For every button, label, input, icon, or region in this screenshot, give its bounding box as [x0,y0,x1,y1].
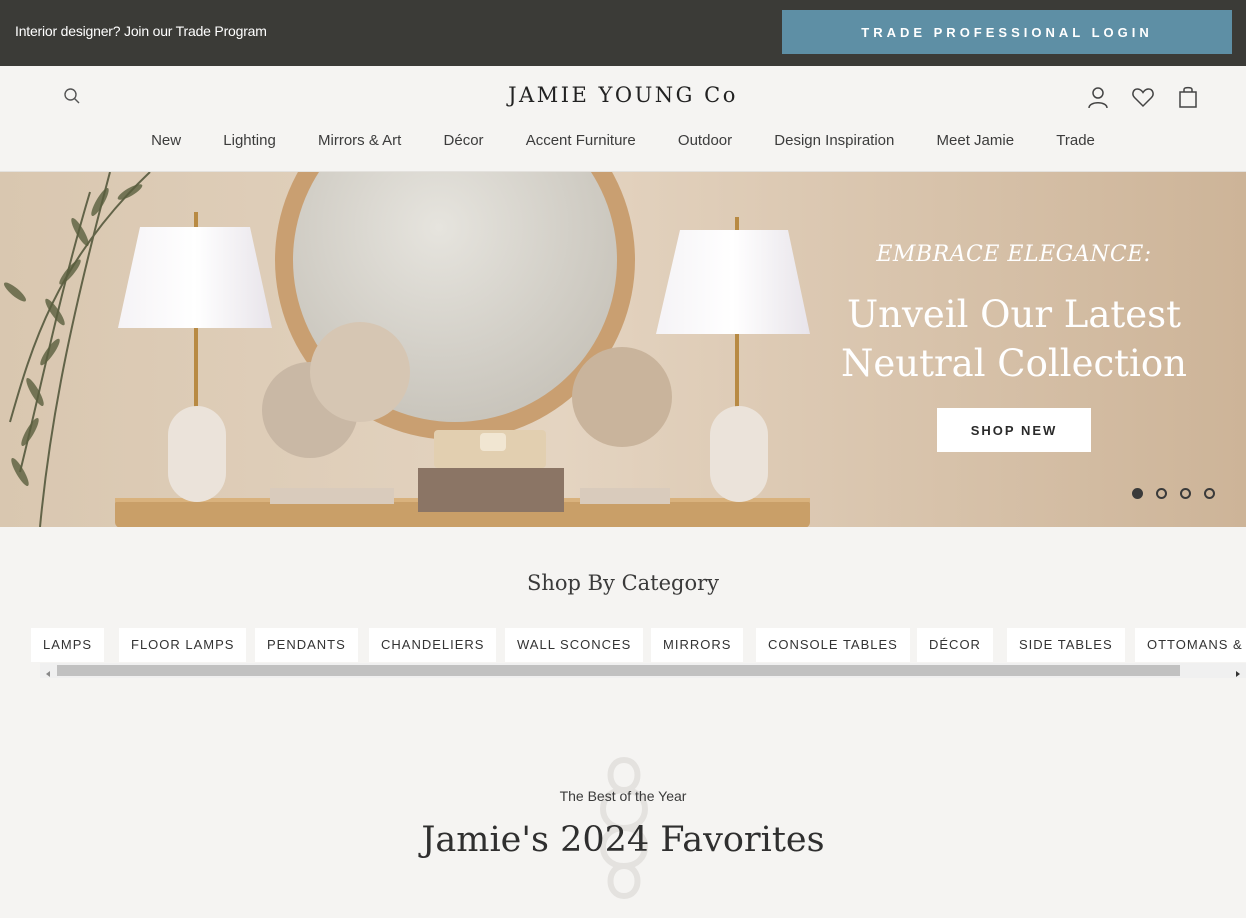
trade-professional-login-button[interactable]: TRADE PROFESSIONAL LOGIN [782,10,1232,54]
hero-title: Unveil Our Latest Neutral Collection [820,290,1208,388]
category-carousel[interactable]: LAMPS FLOOR LAMPS PENDANTS CHANDELIERS W… [0,628,1246,662]
category-decor[interactable]: DÉCOR [917,628,993,662]
trade-promo-bar: Interior designer? Join our Trade Progra… [0,0,1246,66]
site-header: JAMIE YOUNG Co New Lighting Mirrors & Ar… [0,66,1246,172]
nav-item-trade[interactable]: Trade [1056,132,1095,149]
nav-item-lighting[interactable]: Lighting [223,132,276,149]
carousel-pagination [1132,486,1228,504]
account-icon[interactable] [1085,84,1111,110]
nav-item-outdoor[interactable]: Outdoor [678,132,732,149]
nav-item-mirrors-art[interactable]: Mirrors & Art [318,132,401,149]
category-mirrors[interactable]: MIRRORS [651,628,744,662]
carousel-dot-4[interactable] [1204,488,1215,499]
shop-by-category-heading: Shop By Category [526,571,720,595]
category-floor-lamps[interactable]: FLOOR LAMPS [119,628,247,662]
nav-item-design-inspiration[interactable]: Design Inspiration [774,132,894,149]
favorites-heading: Jamie's 2024 Favorites [421,820,825,860]
category-wall-sconces[interactable]: WALL SCONCES [505,628,644,662]
category-console-tables[interactable]: CONSOLE TABLES [756,628,910,662]
nav-item-meet-jamie[interactable]: Meet Jamie [937,132,1015,149]
category-side-tables[interactable]: SIDE TABLES [1007,628,1125,662]
category-lamps[interactable]: LAMPS [31,628,105,662]
nav-item-accent-furniture[interactable]: Accent Furniture [526,132,636,149]
carousel-dot-1[interactable] [1132,488,1143,499]
scrollbar-thumb[interactable] [57,665,1180,676]
nav-item-new[interactable]: New [151,132,181,149]
favorites-eyebrow: The Best of the Year [559,788,687,804]
shopping-bag-icon[interactable] [1175,84,1201,110]
category-pendants[interactable]: PENDANTS [255,628,358,662]
hero-eyebrow: EMBRACE ELEGANCE: [876,242,1152,267]
main-navigation: New Lighting Mirrors & Art Décor Accent … [0,132,1246,149]
category-scrollbar[interactable] [40,663,1246,678]
site-logo[interactable]: JAMIE YOUNG Co [0,83,1246,107]
nav-item-decor[interactable]: Décor [444,132,484,149]
category-ottomans[interactable]: OTTOMANS & S [1135,628,1246,662]
scroll-right-arrow-icon[interactable] [1233,666,1243,677]
trade-program-link[interactable]: Interior designer? Join our Trade Progra… [15,23,267,39]
hero-banner[interactable]: EMBRACE ELEGANCE: Unveil Our Latest Neut… [0,172,1246,527]
carousel-dot-3[interactable] [1180,488,1191,499]
wishlist-heart-icon[interactable] [1130,84,1156,110]
carousel-dot-2[interactable] [1156,488,1167,499]
hero-title-line-2: Neutral Collection [841,342,1187,385]
category-chandeliers[interactable]: CHANDELIERS [369,628,497,662]
scroll-left-arrow-icon[interactable] [43,666,53,677]
shop-new-button[interactable]: SHOP NEW [937,408,1091,452]
hero-title-line-1: Unveil Our Latest [846,293,1182,336]
